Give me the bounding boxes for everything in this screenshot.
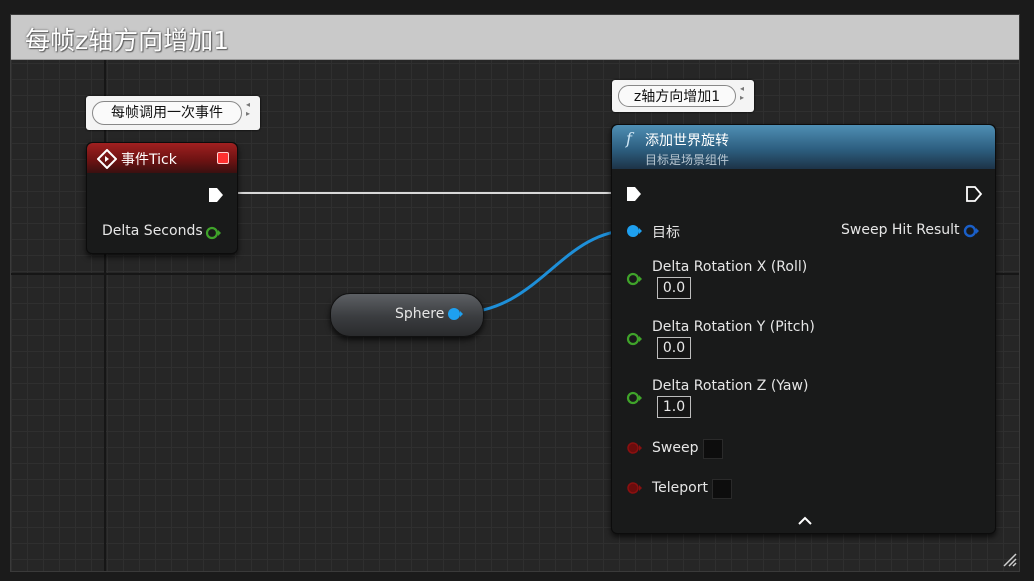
exec-input-pin[interactable]: [625, 185, 643, 203]
sweep-hit-result-pin[interactable]: [962, 222, 980, 240]
delta-rotation-z-input[interactable]: 1.0: [657, 396, 691, 418]
event-diamond-icon: [97, 149, 117, 169]
object-output-pin[interactable]: [447, 305, 465, 323]
delta-rotation-y-pin[interactable]: [625, 330, 643, 348]
event-node-header: 事件Tick: [87, 143, 237, 173]
delta-rotation-x-input[interactable]: 0.0: [657, 277, 691, 299]
sphere-label: Sphere: [395, 306, 445, 322]
add-world-rotation-node[interactable]: f 添加世界旋转 目标是场景组件 目标 Sweep Hit Result Del…: [611, 124, 996, 534]
event-tick-node[interactable]: 事件Tick Delta Seconds: [86, 142, 238, 254]
sweep-label: Sweep: [652, 440, 699, 456]
function-bubble-text: z轴方向增加1: [618, 85, 736, 107]
object-wire: [456, 228, 634, 315]
teleport-checkbox[interactable]: [712, 479, 732, 499]
delta-seconds-label: Delta Seconds: [102, 223, 203, 239]
sphere-variable-node[interactable]: Sphere: [330, 293, 484, 337]
delta-rotation-x-pin[interactable]: [625, 270, 643, 288]
target-input-pin[interactable]: [625, 222, 643, 240]
sweep-checkbox[interactable]: [703, 439, 723, 459]
delta-rotation-z-label: Delta Rotation Z (Yaw): [652, 378, 809, 394]
function-node-subtitle: 目标是场景组件: [645, 153, 730, 167]
function-node-header: f 添加世界旋转 目标是场景组件: [612, 125, 995, 169]
exec-output-pin[interactable]: [207, 186, 225, 204]
function-icon: f: [626, 129, 632, 148]
sweep-hit-result-label: Sweep Hit Result: [841, 222, 960, 238]
event-bubble-text: 每帧调用一次事件: [92, 101, 242, 125]
delta-rotation-z-pin[interactable]: [625, 389, 643, 407]
teleport-label: Teleport: [652, 480, 708, 496]
teleport-pin[interactable]: [625, 479, 643, 497]
sweep-pin[interactable]: [625, 439, 643, 457]
float-output-pin[interactable]: [205, 224, 223, 242]
function-node-title: 添加世界旋转: [645, 133, 729, 149]
event-node-title: 事件Tick: [121, 152, 177, 168]
exec-output-pin[interactable]: [965, 185, 983, 203]
event-comment-bubble[interactable]: 每帧调用一次事件 ◂ ▸: [86, 96, 260, 130]
delta-rotation-y-input[interactable]: 0.0: [657, 337, 691, 359]
delegate-pin-icon[interactable]: [217, 152, 229, 164]
function-comment-bubble[interactable]: z轴方向增加1 ◂ ▸: [612, 80, 754, 112]
resize-grip-icon: [1003, 553, 1017, 567]
delta-rotation-x-label: Delta Rotation X (Roll): [652, 259, 808, 275]
delta-rotation-y-label: Delta Rotation Y (Pitch): [652, 319, 815, 335]
target-label: 目标: [652, 225, 680, 241]
bubble-pin-icon[interactable]: ◂ ▸: [246, 100, 256, 118]
bubble-pin-icon[interactable]: ◂ ▸: [740, 84, 750, 102]
chevron-up-icon[interactable]: [797, 515, 813, 527]
